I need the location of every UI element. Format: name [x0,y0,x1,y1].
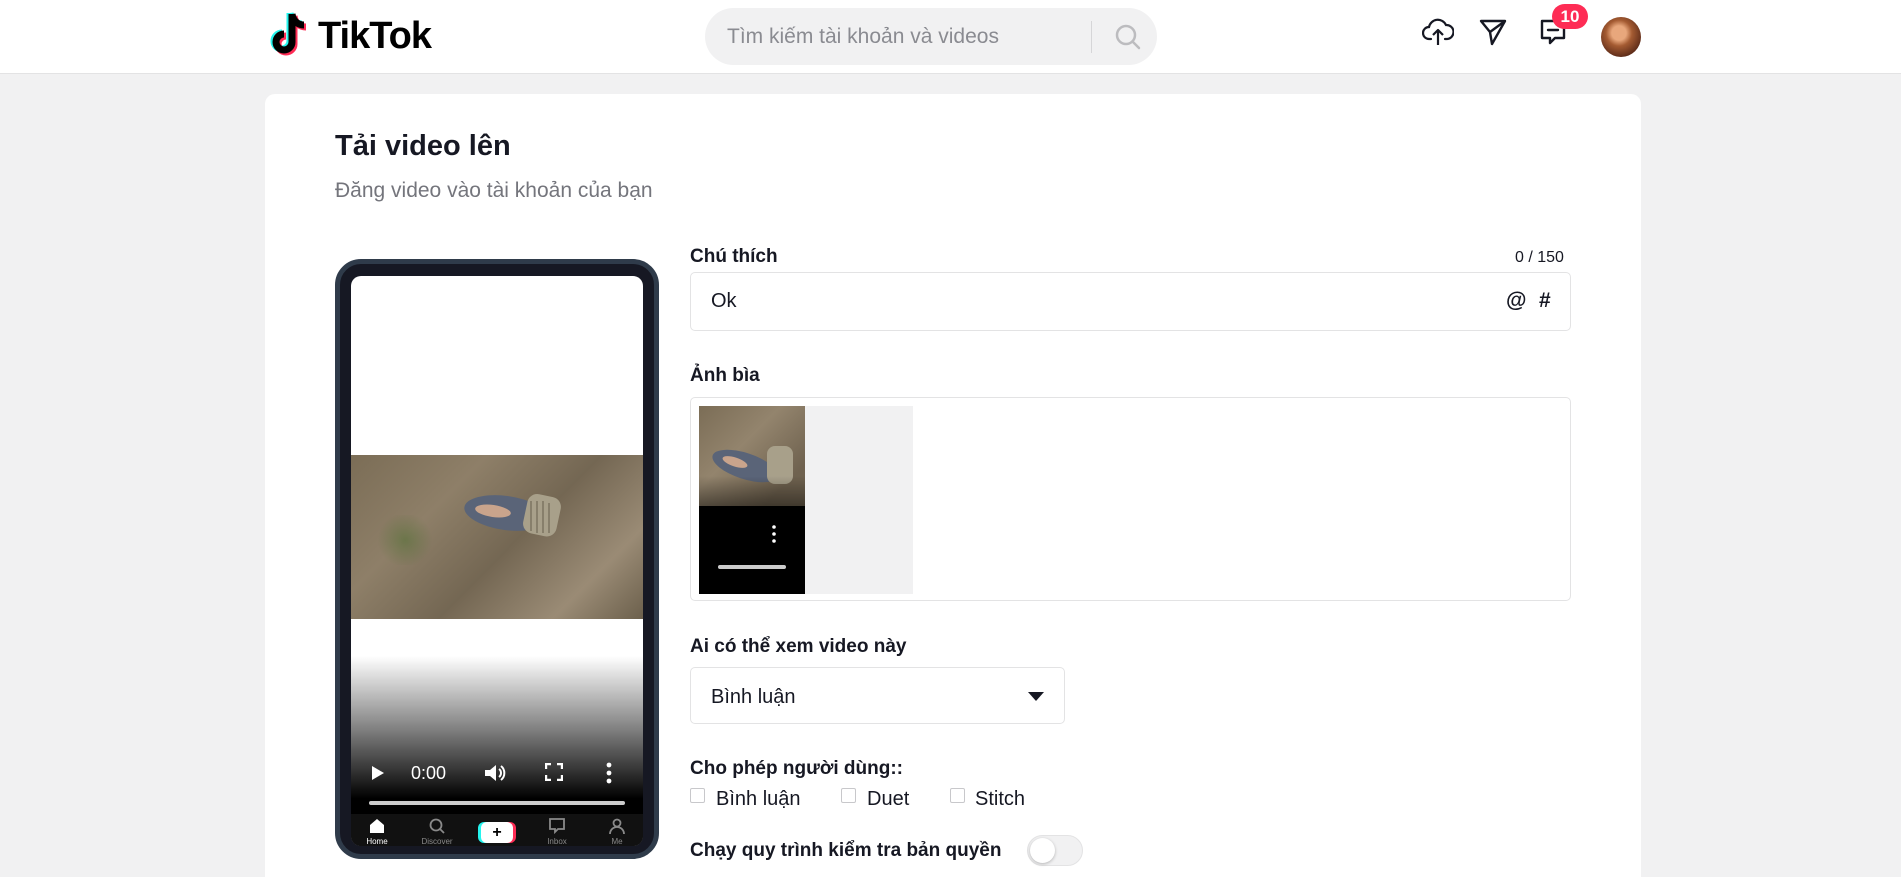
play-icon[interactable] [371,765,385,781]
video-preview-screen[interactable]: 0:00 Home Discover + Inbox Me [351,276,643,846]
caption-label: Chú thích [690,246,778,267]
search-icon [1115,24,1140,49]
caret-down-icon [1028,692,1044,701]
hashtag-button[interactable]: # [1539,289,1551,313]
caption-input[interactable] [711,273,1471,330]
allow-duet-label: Duet [867,788,910,810]
copyright-check-toggle[interactable] [1027,835,1083,866]
privacy-select[interactable]: Bình luận [690,667,1065,724]
send-icon [1479,19,1507,46]
video-frame [351,455,643,619]
more-options-icon [772,525,776,543]
cover-thumbnail[interactable] [699,406,805,594]
toggle-knob [1030,838,1055,863]
preview-nav-home: Home [357,817,397,846]
search-input[interactable] [727,8,1087,65]
profile-icon [609,818,625,835]
upload-cloud-icon [1422,18,1454,45]
video-controls: 0:00 [351,758,643,788]
home-icon [370,819,384,833]
preview-nav-me: Me [597,817,637,846]
preview-nav-discover: Discover [417,817,457,846]
cover-thumbnail-bar [718,565,786,569]
allow-comment-checkbox[interactable] [690,788,705,803]
fullscreen-icon[interactable] [545,763,563,781]
allow-stitch-label: Stitch [975,788,1026,810]
cover-selector [690,397,1571,601]
preview-nav-discover-label: Discover [421,837,453,846]
preview-nav-create: + [481,822,513,843]
video-texture [375,515,435,565]
search-divider [1091,21,1092,53]
allow-comment-label: Bình luận [716,788,801,810]
search-bar [705,8,1157,65]
avatar[interactable] [1601,17,1641,57]
caption-counter: 0 / 150 [1515,249,1564,266]
privacy-select-value: Bình luận [711,686,796,708]
tiktok-logo-icon [270,12,307,56]
preview-nav-inbox-label: Inbox [547,837,567,846]
mention-button[interactable]: @ [1506,289,1526,313]
inbox-icon [549,818,565,835]
brand-name: TikTok [318,14,432,57]
messages-button[interactable] [1476,15,1510,49]
page-title: Tải video lên [335,130,511,162]
video-progress-bar[interactable] [369,801,625,805]
preview-bottom-nav: Home Discover + Inbox Me [351,814,643,846]
discover-icon [429,818,445,834]
search-button[interactable] [1098,8,1157,65]
preview-nav-inbox: Inbox [537,817,577,846]
notification-badge: 10 [1552,4,1588,29]
tiktok-logo[interactable]: TikTok [266,10,432,62]
upload-card: Tải video lên Đăng video vào tài khoản c… [265,94,1641,877]
page-subtitle: Đăng video vào tài khoản của bạn [335,179,653,202]
caption-field: @ # [690,272,1571,331]
copyright-check-label: Chạy quy trình kiểm tra bản quyền [690,840,1002,861]
top-nav-bar: TikTok 10 [0,0,1901,74]
video-time: 0:00 [411,763,447,783]
video-preview-phone: 0:00 Home Discover + Inbox Me [335,259,659,859]
allow-duet-checkbox[interactable] [841,788,856,803]
slipper-image [464,493,561,537]
preview-nav-me-label: Me [611,837,623,846]
cover-label: Ảnh bìa [690,365,760,386]
allow-stitch-checkbox[interactable] [950,788,965,803]
allow-users-label: Cho phép người dùng:: [690,758,903,779]
cover-thumbnail-fade [699,476,805,594]
more-options-icon[interactable] [606,762,612,784]
preview-nav-home-label: Home [366,837,388,846]
upload-button[interactable] [1421,15,1455,49]
privacy-label: Ai có thể xem video này [690,636,907,657]
volume-icon[interactable] [484,763,506,783]
